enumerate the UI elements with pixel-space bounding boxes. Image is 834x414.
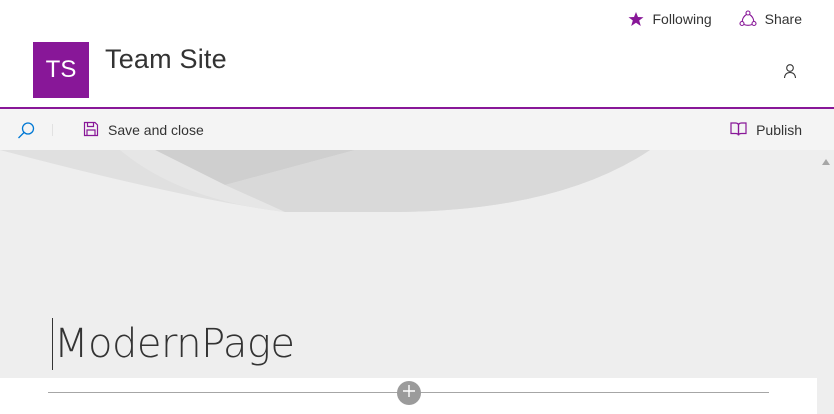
top-actions: Following Share <box>627 10 802 28</box>
following-button[interactable]: Following <box>627 10 712 28</box>
sharepoint-page-editor: TS Team Site Following Share Save and cl… <box>0 0 834 414</box>
caret-up-icon <box>821 154 831 171</box>
save-icon <box>83 121 99 140</box>
save-and-close-button[interactable]: Save and close <box>83 119 204 141</box>
share-label: Share <box>764 11 802 27</box>
publish-label: Publish <box>756 122 802 138</box>
plus-icon <box>402 384 416 403</box>
search-icon <box>16 122 36 145</box>
page-canvas: ModernPage <box>0 150 834 414</box>
site-header: TS Team Site Following Share <box>0 0 834 108</box>
command-bar-divider <box>52 124 53 136</box>
page-title[interactable]: ModernPage <box>54 321 295 367</box>
command-bar: Save and close Publish <box>0 109 834 150</box>
publish-book-icon <box>730 121 747 140</box>
share-icon <box>739 10 757 28</box>
share-button[interactable]: Share <box>739 10 802 28</box>
page-title-field[interactable]: ModernPage <box>52 318 295 370</box>
publish-button[interactable]: Publish <box>730 119 802 141</box>
site-logo[interactable]: TS <box>33 42 89 98</box>
scroll-up-arrow[interactable] <box>821 154 831 165</box>
person-icon <box>782 63 798 84</box>
following-label: Following <box>652 11 712 27</box>
header-banner-image <box>0 150 834 220</box>
save-and-close-label: Save and close <box>108 122 204 138</box>
page-section <box>0 378 817 414</box>
star-filled-icon <box>627 10 645 28</box>
text-caret <box>52 318 53 370</box>
site-logo-initials: TS <box>45 56 77 83</box>
search-button[interactable] <box>16 121 36 141</box>
person-button[interactable] <box>780 63 800 83</box>
add-section-button[interactable] <box>397 381 421 405</box>
site-title[interactable]: Team Site <box>105 44 227 75</box>
